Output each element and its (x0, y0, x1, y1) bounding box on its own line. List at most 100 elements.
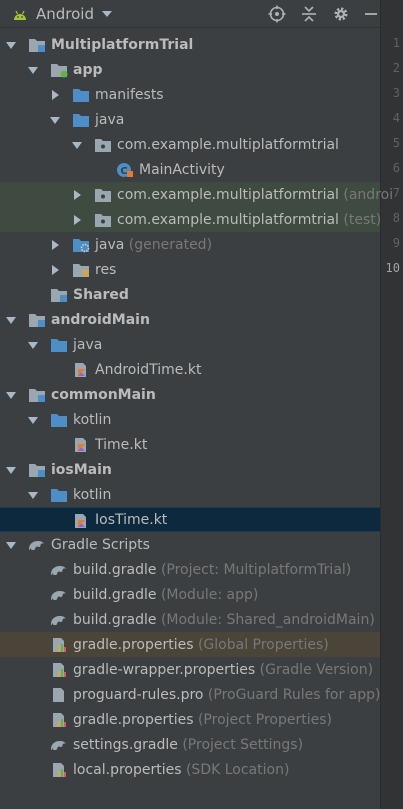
chevron-down-icon[interactable] (28, 341, 38, 349)
tree-row-package-test[interactable]: com.example.multiplatformtrial (test) (0, 207, 381, 232)
item-hint: (Project Settings) (177, 736, 304, 753)
properties-file-icon (50, 712, 68, 728)
collapse-all-icon[interactable] (298, 3, 320, 25)
tree-row-gradle-properties-project[interactable]: gradle.properties (Project Properties) (0, 707, 380, 732)
gradle-icon (28, 537, 46, 553)
tree-row-folder-java[interactable]: java (0, 107, 380, 132)
chevron-down-icon[interactable] (28, 416, 38, 424)
tree-row-file-iostime[interactable]: IosTime.kt (0, 507, 380, 532)
chevron-down-icon[interactable] (50, 116, 60, 124)
tree-row-build-gradle-app[interactable]: build.gradle (Module: app) (0, 582, 380, 607)
project-view-toolbar: Android (0, 0, 380, 28)
tree-row-package-main[interactable]: com.example.multiplatformtrial (0, 132, 380, 157)
tree-row-build-gradle-shared[interactable]: build.gradle (Module: Shared_androidMain… (0, 607, 380, 632)
item-hint: (Project Properties) (193, 711, 332, 728)
tree-row-build-gradle-project[interactable]: build.gradle (Project: MultiplatformTria… (0, 557, 380, 582)
tree-row-folder-kotlin-iosmain[interactable]: kotlin (0, 482, 380, 507)
locate-icon[interactable] (266, 3, 288, 25)
line-number: 7 (392, 186, 400, 200)
properties-file-icon (50, 762, 68, 778)
chevron-right-icon[interactable] (52, 264, 59, 275)
tree-row-local-properties[interactable]: local.properties (SDK Location) (0, 757, 380, 782)
chevron-down-icon[interactable] (6, 466, 16, 474)
gradle-icon (50, 562, 68, 578)
line-number: 2 (392, 61, 400, 75)
item-name: com.example.multiplatformtrial (117, 136, 339, 153)
tree-row-proguard-rules[interactable]: proguard-rules.pro (ProGuard Rules for a… (0, 682, 380, 707)
settings-gear-icon[interactable] (330, 3, 352, 25)
tree-item-label: local.properties (SDK Location) (73, 762, 289, 778)
tree-item-label: java (73, 337, 102, 353)
chevron-down-icon[interactable] (72, 141, 82, 149)
item-name: manifests (95, 86, 164, 103)
chevron-right-icon[interactable] (74, 189, 81, 200)
tree-row-settings-gradle[interactable]: settings.gradle (Project Settings) (0, 732, 380, 757)
tree-item-label: com.example.multiplatformtrial (117, 137, 339, 153)
tree-row-module-shared[interactable]: Shared (0, 282, 380, 307)
tree-row-module-androidmain[interactable]: androidMain (0, 307, 380, 332)
item-hint: (Project: MultiplatformTrial) (156, 561, 352, 578)
chevron-down-icon[interactable] (28, 66, 38, 74)
tree-item-label: MainActivity (139, 162, 225, 178)
item-name: androidMain (51, 311, 150, 328)
tree-row-package-androidtest[interactable]: com.example.multiplatformtrial (androi (0, 182, 393, 207)
chevron-down-icon[interactable] (6, 41, 16, 49)
tree-row-gradle-wrapper-properties[interactable]: gradle-wrapper.properties (Gradle Versio… (0, 657, 380, 682)
item-name: build.gradle (73, 561, 157, 578)
tree-item-label: proguard-rules.pro (ProGuard Rules for a… (73, 687, 380, 703)
package-icon (94, 137, 112, 153)
item-hint: (SDK Location) (181, 761, 290, 778)
tree-item-label: Time.kt (95, 437, 147, 453)
view-selector-title[interactable]: Android (36, 5, 94, 23)
text-file-icon (50, 687, 68, 703)
tree-row-file-mainactivity[interactable]: C MainActivity (0, 157, 380, 182)
chevron-right-icon[interactable] (52, 89, 59, 100)
tree-row-file-androidtime[interactable]: AndroidTime.kt (0, 357, 380, 382)
module-folder-icon (28, 37, 46, 53)
kotlin-file-icon (72, 362, 90, 378)
folder-icon (50, 337, 68, 353)
tree-item-label: settings.gradle (Project Settings) (73, 737, 303, 753)
line-number: 5 (392, 136, 400, 150)
tree-row-file-time[interactable]: Time.kt (0, 432, 380, 457)
item-hint: (Gradle Version) (255, 661, 374, 678)
tree-item-label: gradle.properties (Project Properties) (73, 712, 332, 728)
item-name: MultiplatformTrial (51, 36, 194, 53)
tree-row-folder-kotlin-commonmain[interactable]: kotlin (0, 407, 380, 432)
item-hint: (Module: Shared_androidMain) (156, 611, 375, 628)
item-name: kotlin (73, 411, 112, 428)
chevron-right-icon[interactable] (74, 214, 81, 225)
chevron-down-icon[interactable] (6, 541, 16, 549)
tree-row-module-commonmain[interactable]: commonMain (0, 382, 380, 407)
tree-item-label: AndroidTime.kt (95, 362, 201, 378)
chevron-down-icon[interactable] (102, 10, 112, 17)
item-name: kotlin (73, 486, 112, 503)
hide-icon[interactable] (362, 3, 380, 25)
tree-row-gradle-properties-global[interactable]: gradle.properties (Global Properties) (0, 632, 380, 657)
module-folder-icon (50, 287, 68, 303)
tree-row-folder-java-androidmain[interactable]: java (0, 332, 380, 357)
generated-folder-icon (72, 237, 90, 253)
tree-item-label: com.example.multiplatformtrial (androi (117, 187, 393, 203)
item-name: Gradle Scripts (51, 536, 150, 553)
item-name: proguard-rules.pro (73, 686, 204, 703)
kotlin-file-icon (72, 513, 90, 529)
tree-row-folder-java-generated[interactable]: java (generated) (0, 232, 380, 257)
item-hint: (Global Properties) (193, 636, 329, 653)
chevron-down-icon[interactable] (6, 391, 16, 399)
tree-row-folder-manifests[interactable]: manifests (0, 82, 380, 107)
chevron-right-icon[interactable] (52, 239, 59, 250)
line-number: 8 (392, 211, 400, 225)
item-hint: (ProGuard Rules for app) (203, 686, 381, 703)
tree-item-label: java (generated) (95, 237, 212, 253)
chevron-down-icon[interactable] (6, 316, 16, 324)
tree-row-module-app[interactable]: app (0, 57, 380, 82)
folder-icon (50, 487, 68, 503)
tree-row-folder-res[interactable]: res (0, 257, 380, 282)
tree-row-module-iosmain[interactable]: iosMain (0, 457, 380, 482)
tree-item-label: gradle-wrapper.properties (Gradle Versio… (73, 662, 373, 678)
chevron-down-icon[interactable] (28, 491, 38, 499)
tree-row-gradle-scripts[interactable]: Gradle Scripts (0, 532, 380, 557)
tree-row-project-root[interactable]: MultiplatformTrial (0, 32, 380, 57)
item-name: gradle.properties (73, 711, 194, 728)
